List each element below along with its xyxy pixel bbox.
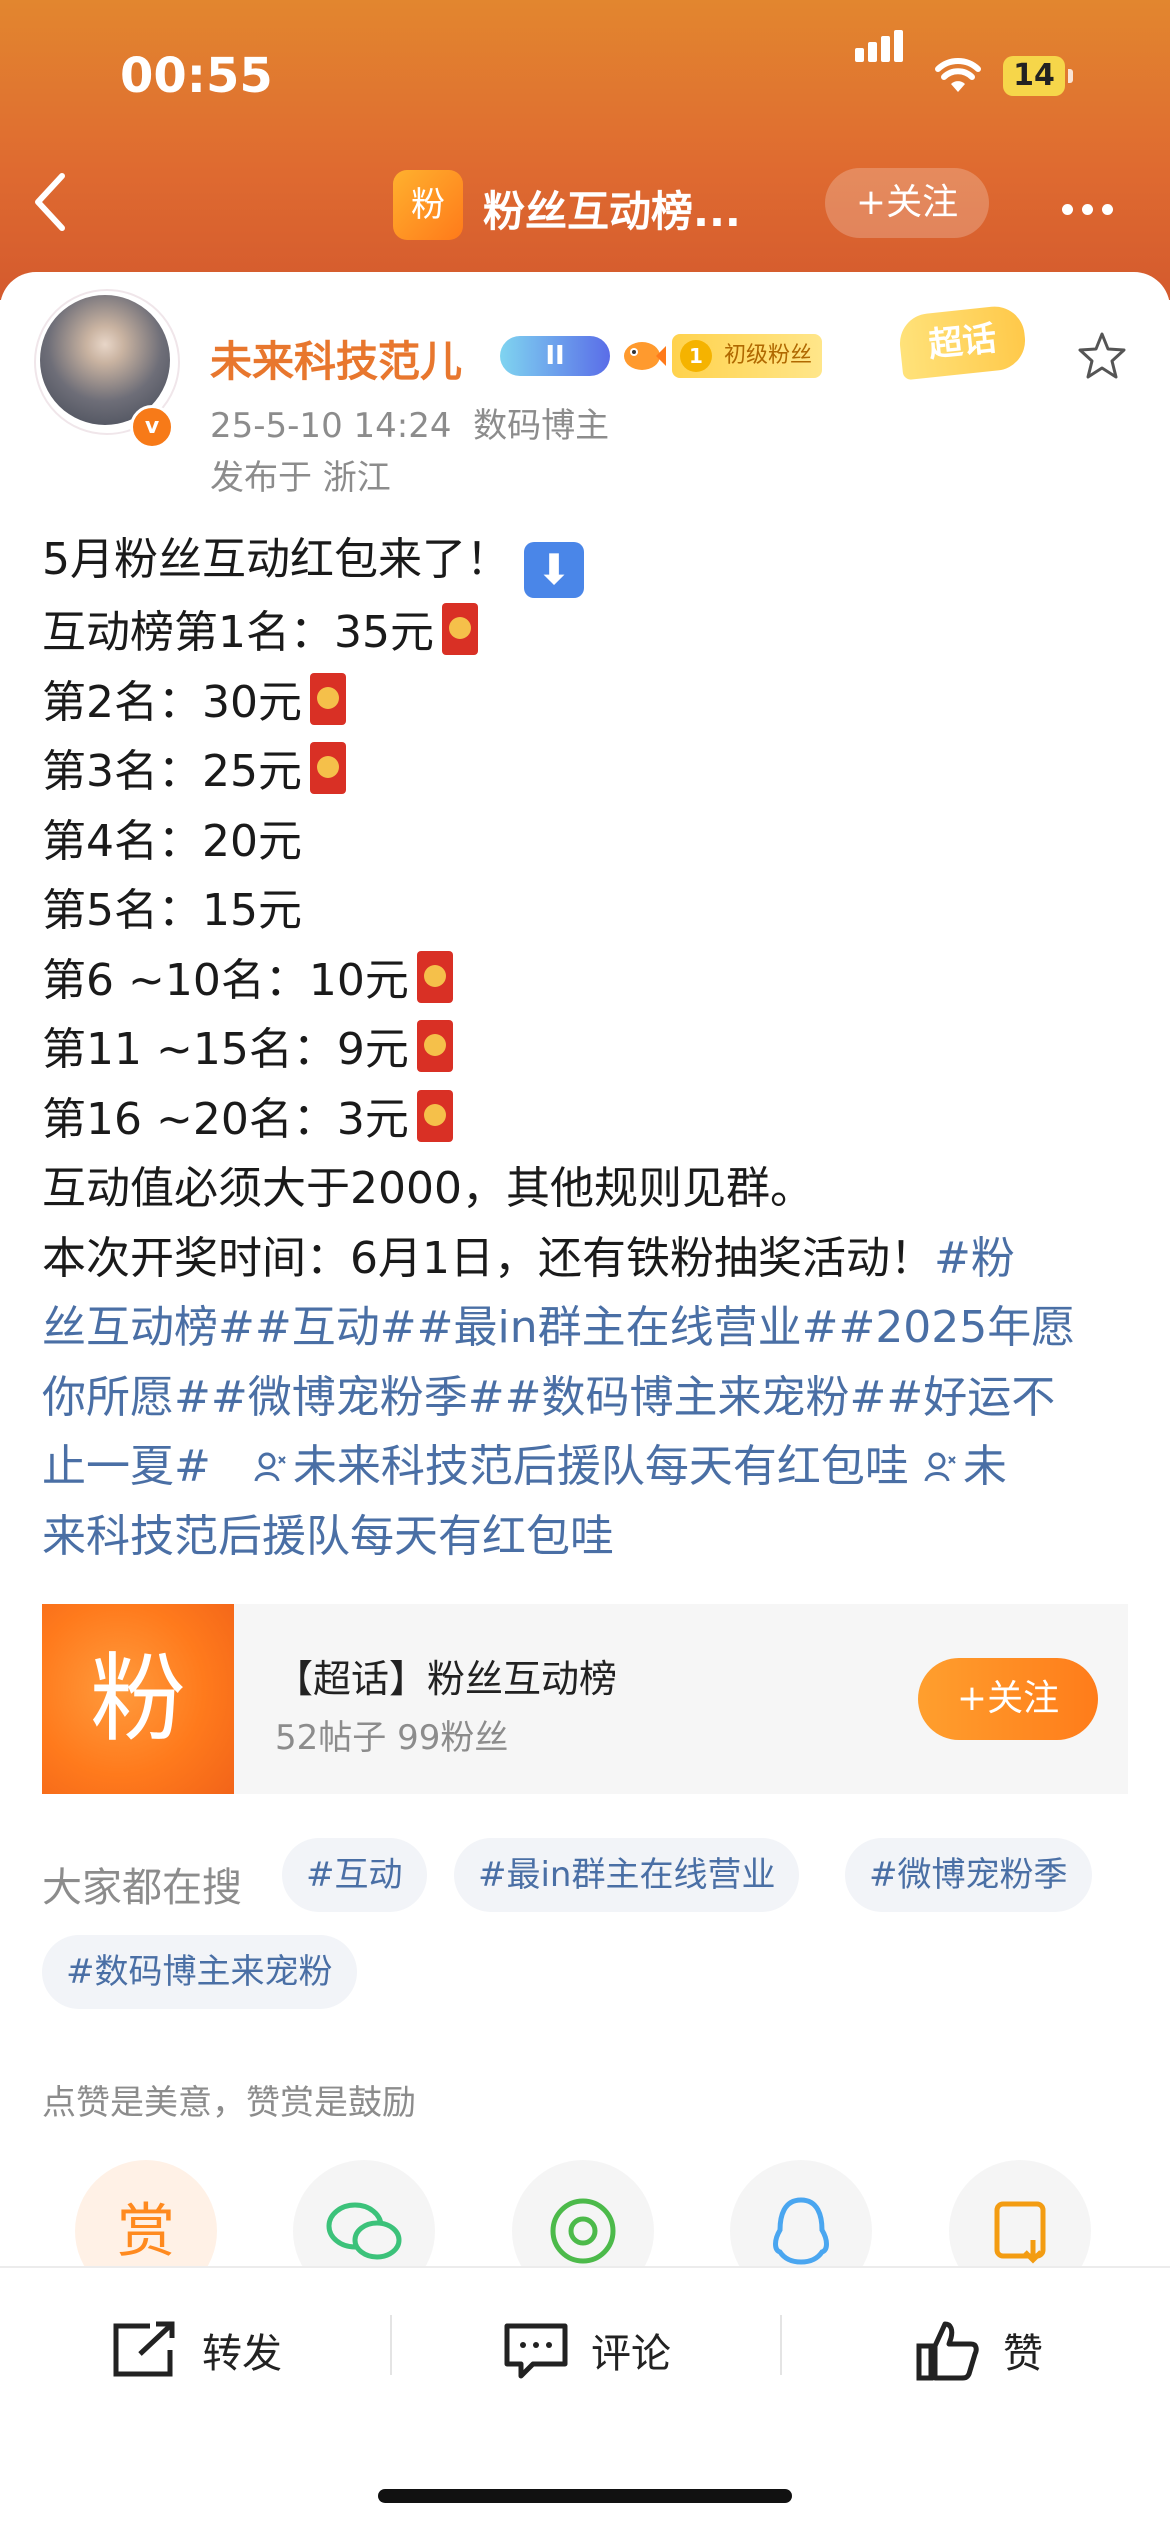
post-text: 第2名：30元 — [42, 676, 302, 728]
post-line: 第11 ~15名：9元 — [42, 1015, 1132, 1085]
home-indicator — [378, 2489, 792, 2503]
post-line: 第3名：25元 — [42, 737, 1132, 807]
status-time: 00:55 — [120, 48, 273, 104]
battery-indicator: 14 — [1003, 56, 1065, 96]
wifi-icon — [935, 58, 981, 92]
comment-label: 评论 — [591, 2331, 671, 2377]
post-text: 第11 ~15名：9元 — [42, 1024, 409, 1075]
red-envelope-icon — [309, 742, 346, 794]
post-datetime: 25-5-10 14:24 — [210, 406, 452, 446]
search-label: 大家都在搜 — [42, 1865, 242, 1911]
post-location: 发布于 浙江 — [210, 458, 391, 498]
post-text: 5月粉丝互动红包来了！ — [42, 534, 510, 585]
post-text: 第16 ~20名：3元 — [42, 1093, 409, 1145]
red-envelope-icon — [309, 672, 346, 725]
post-body: 5月粉丝互动红包来了！ ⬇ 互动榜第1名：35元 第2名：30元 第3名：25元 … — [42, 525, 1132, 1571]
level-badge: II — [500, 336, 610, 376]
repost-button[interactable]: 转发 — [110, 2310, 282, 2390]
fan-level-number: 1 — [680, 340, 712, 372]
repost-icon — [113, 2321, 175, 2377]
red-envelope-icon — [416, 950, 453, 1003]
topic-card-stats: 52帖子 99粉丝 — [275, 1718, 509, 1758]
post-meta: 25-5-10 14:24 数码博主 — [210, 398, 609, 447]
divider — [780, 2315, 782, 2375]
verified-icon: v — [130, 405, 174, 449]
fan-level-label: 初级粉丝 — [724, 343, 813, 368]
fish-icon — [624, 342, 666, 370]
repost-label: 转发 — [202, 2331, 282, 2377]
author-name[interactable]: 未来科技范儿 — [210, 328, 462, 389]
like-label: 赞 — [1003, 2331, 1043, 2377]
comment-button[interactable]: 评论 — [503, 2310, 671, 2390]
fan-level-badge: 1 初级粉丝 — [672, 334, 822, 378]
post-line: 5月粉丝互动红包来了！ ⬇ — [42, 525, 1132, 598]
topic-follow-button[interactable]: +关注 — [918, 1658, 1098, 1740]
more-icon[interactable] — [1062, 200, 1122, 219]
comment-icon — [504, 2323, 568, 2379]
hashtag-link[interactable]: 你所愿##微博宠粉季##数码博主来宠粉##好运不 — [42, 1363, 1132, 1433]
praise-hint: 点赞是美意，赞赏是鼓励 — [42, 2083, 416, 2123]
post-text: 本次开奖时间：6月1日，还有铁粉抽奖活动！ — [42, 1232, 934, 1284]
post-text: 第5名：15元 — [42, 885, 302, 936]
header-follow-button[interactable]: +关注 — [825, 168, 989, 238]
post-text: 第6 ~10名：10元 — [42, 954, 409, 1006]
mention-link[interactable]: 未 — [963, 1441, 1007, 1492]
mention-link[interactable]: 来科技范后援队每天有红包哇 — [42, 1502, 1132, 1572]
search-chip[interactable]: #数码博主来宠粉 — [42, 1935, 357, 2009]
post-line: 止一夏# 未来科技范后援队每天有红包哇 未 — [42, 1432, 1132, 1502]
down-arrow-icon: ⬇ — [524, 542, 584, 598]
post-line: 第2名：30元 — [42, 668, 1132, 738]
author-role: 数码博主 — [473, 406, 610, 446]
post-text: 第3名：25元 — [42, 746, 302, 797]
battery-tip — [1068, 69, 1073, 83]
red-envelope-icon — [416, 1089, 453, 1142]
page-title: 粉丝互动榜... — [483, 187, 741, 236]
divider — [390, 2315, 392, 2375]
header-bar — [0, 0, 1170, 300]
post-line: 互动榜第1名：35元 — [42, 598, 1132, 668]
post-line: 第16 ~20名：3元 — [42, 1085, 1132, 1155]
search-chip[interactable]: #互动 — [282, 1838, 427, 1912]
post-line: 互动值必须大于2000，其他规则见群。 — [42, 1154, 1132, 1224]
post-text: 第4名：20元 — [42, 815, 302, 867]
post-text: 互动榜第1名：35元 — [42, 607, 434, 658]
like-icon — [916, 2321, 979, 2381]
hashtag-link[interactable]: 止一夏# — [42, 1441, 211, 1492]
user-link-icon — [924, 1452, 956, 1482]
post-line: 第6 ~10名：10元 — [42, 946, 1132, 1016]
back-icon[interactable] — [30, 170, 70, 234]
topic-card-name: 【超话】粉丝互动榜 — [275, 1657, 618, 1701]
hashtag-link[interactable]: #粉 — [934, 1233, 1015, 1284]
post-line: 第4名：20元 — [42, 807, 1132, 877]
star-icon[interactable] — [1075, 330, 1129, 382]
search-chip[interactable]: #微博宠粉季 — [845, 1838, 1092, 1912]
user-link-icon — [254, 1452, 286, 1482]
topic-card-badge: 粉 — [42, 1604, 234, 1794]
post-line: 本次开奖时间：6月1日，还有铁粉抽奖活动！#粉 — [42, 1224, 1132, 1294]
red-envelope-icon — [416, 1020, 453, 1072]
mention-link[interactable]: 未来科技范后援队每天有红包哇 — [293, 1441, 909, 1492]
post-line: 第5名：15元 — [42, 876, 1132, 946]
hashtag-link[interactable]: 丝互动榜##互动##最in群主在线营业##2025年愿 — [42, 1293, 1132, 1363]
post-text: 互动值必须大于2000，其他规则见群。 — [42, 1163, 814, 1214]
search-chip[interactable]: #最in群主在线营业 — [454, 1838, 800, 1912]
topic-badge: 粉 — [393, 170, 463, 240]
red-envelope-icon — [441, 603, 478, 655]
like-button[interactable]: 赞 — [915, 2310, 1043, 2390]
